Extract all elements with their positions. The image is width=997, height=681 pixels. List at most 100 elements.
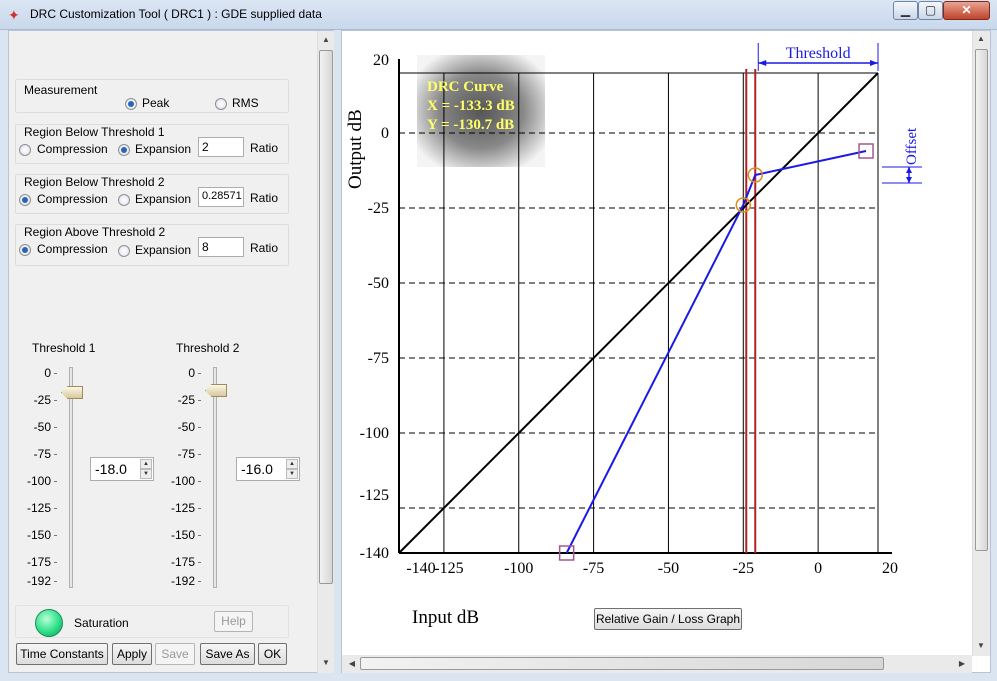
maximize-button[interactable]: ▢ [918, 1, 943, 20]
slider-tick-mark [198, 508, 201, 509]
ra2-ratio-label: Ratio [250, 241, 279, 255]
threshold-1-up-arrow[interactable]: ▲ [140, 459, 152, 469]
offset-arrow-head [906, 167, 912, 173]
info-title: DRC Curve [427, 79, 504, 95]
slider-tick-mark [198, 581, 201, 582]
series-line-1 [565, 150, 867, 554]
slider-tick-mark [198, 427, 201, 428]
threshold-2-label: Threshold 2 [176, 341, 240, 355]
rb1-expansion-radio[interactable] [118, 144, 130, 156]
measurement-group: Measurement Peak RMS [15, 79, 289, 113]
time-constants-button[interactable]: Time Constants [16, 643, 108, 665]
y-tick-label: -100 [360, 425, 389, 442]
left-pane-scroll-thumb[interactable] [319, 50, 333, 584]
slider-tick-mark [54, 373, 57, 374]
slider-tick-label: -50 [177, 420, 195, 434]
saturation-group: Saturation Help [15, 605, 289, 638]
threshold-1-down-arrow[interactable]: ▼ [140, 469, 152, 479]
threshold-arrow-head [870, 60, 878, 66]
slider-tick-label: -150 [26, 528, 51, 542]
offset-label: Offset [904, 127, 920, 165]
settings-panel: Measurement Peak RMS Region Below Thresh… [8, 30, 334, 673]
slider-tick-mark [54, 400, 57, 401]
help-button[interactable]: Help [214, 611, 253, 632]
region-below-threshold-2-group: Region Below Threshold 2 Compression Exp… [15, 174, 289, 214]
threshold-1-slider-thumb[interactable] [61, 386, 83, 399]
chart-scroll-right-arrow-icon[interactable]: ▶ [954, 659, 970, 668]
chart-horizontal-scroll-thumb[interactable] [360, 657, 884, 670]
save-as-button[interactable]: Save As [200, 643, 255, 665]
threshold-2-up-arrow[interactable]: ▲ [286, 459, 298, 469]
slider-tick-mark [54, 535, 57, 536]
slider-tick-label: -100 [26, 474, 51, 488]
save-button[interactable]: Save [155, 643, 195, 665]
window-title: DRC Customization Tool ( DRC1 ) : GDE su… [30, 7, 322, 21]
chart-scroll-up-arrow-icon[interactable]: ▲ [973, 34, 989, 43]
x-tick-label: -125 [434, 560, 463, 577]
peak-label: Peak [142, 96, 170, 110]
rms-radio[interactable] [215, 98, 227, 110]
left-pane-scrollbar[interactable]: ▲ ▼ [317, 31, 334, 673]
measurement-label: Measurement [24, 83, 98, 97]
drc-curve-chart[interactable]: -140-125 -100 -75 -50 -25 0 20200-25-50-75-100… [342, 31, 972, 651]
apply-button[interactable]: Apply [112, 643, 152, 665]
x-tick-label: -75 [583, 560, 604, 577]
slider-tick-label: -192 [26, 574, 51, 588]
scroll-down-arrow-icon[interactable]: ▼ [318, 658, 334, 667]
chart-scroll-left-arrow-icon[interactable]: ◀ [344, 659, 360, 668]
saturation-label: Saturation [74, 616, 129, 630]
x-tick-label: -100 [504, 560, 533, 577]
threshold-2-slider-thumb[interactable] [205, 384, 227, 397]
y-tick-label: -75 [368, 350, 389, 367]
ra2-expansion-radio[interactable] [118, 245, 130, 257]
slider-tick-label: -150 [170, 528, 195, 542]
rb2-ratio-input[interactable]: 0.28571 [198, 187, 244, 207]
x-axis-label: Input dB [412, 607, 479, 628]
scroll-up-arrow-icon[interactable]: ▲ [318, 35, 334, 44]
rb2-compression-radio[interactable] [19, 194, 31, 206]
slider-tick-mark [198, 400, 201, 401]
slider-tick-label: -175 [26, 555, 51, 569]
region-below-1-label: Region Below Threshold 1 [24, 125, 165, 139]
ra2-ratio-input[interactable]: 8 [198, 237, 244, 257]
slider-tick-mark [198, 454, 201, 455]
slider-tick-label: -75 [33, 447, 51, 461]
rb2-expansion-label: Expansion [135, 192, 192, 206]
x-tick-label: -140 [406, 560, 435, 577]
y-tick-label: -50 [368, 275, 389, 292]
threshold-1-label: Threshold 1 [32, 341, 96, 355]
y-tick-label: -140 [360, 545, 389, 562]
relative-gain-loss-button[interactable]: Relative Gain / Loss Graph [594, 608, 742, 630]
close-button[interactable]: ✕ [943, 1, 990, 20]
rms-label: RMS [232, 96, 259, 110]
peak-radio[interactable] [125, 98, 137, 110]
slider-tick-mark [54, 481, 57, 482]
threshold-2-spinbox[interactable]: -16.0 ▲ ▼ [236, 457, 300, 481]
threshold-1-slider-track[interactable] [69, 367, 73, 588]
rb2-expansion-radio[interactable] [118, 194, 130, 206]
slider-tick-mark [54, 508, 57, 509]
rb1-compression-radio[interactable] [19, 144, 31, 156]
threshold-2-down-arrow[interactable]: ▼ [286, 469, 298, 479]
minimize-button[interactable]: ▁ [893, 1, 918, 20]
ok-button[interactable]: OK [258, 643, 287, 665]
threshold-label: Threshold [786, 45, 851, 62]
rb1-ratio-label: Ratio [250, 141, 279, 155]
threshold-1-spinbox[interactable]: -18.0 ▲ ▼ [90, 457, 154, 481]
ra2-compression-radio[interactable] [19, 244, 31, 256]
y-tick-label: -125 [360, 487, 389, 504]
slider-tick-label: -75 [177, 447, 195, 461]
chart-horizontal-scrollbar[interactable]: ◀ ▶ [342, 655, 972, 673]
slider-tick-label: -125 [26, 501, 51, 515]
threshold-2-slider-track[interactable] [213, 367, 217, 588]
rb2-ratio-label: Ratio [250, 191, 279, 205]
slider-tick-label: -100 [170, 474, 195, 488]
chart-vertical-scroll-thumb[interactable] [975, 49, 988, 551]
chart-vertical-scrollbar[interactable]: ▲ ▼ [972, 31, 990, 656]
rb1-ratio-input[interactable]: 2 [198, 137, 244, 157]
ti-logo-icon: ✦ [8, 7, 20, 23]
slider-tick-label: 0 [188, 366, 195, 380]
slider-tick-mark [54, 427, 57, 428]
slider-tick-label: 0 [44, 366, 51, 380]
chart-scroll-down-arrow-icon[interactable]: ▼ [973, 641, 989, 650]
